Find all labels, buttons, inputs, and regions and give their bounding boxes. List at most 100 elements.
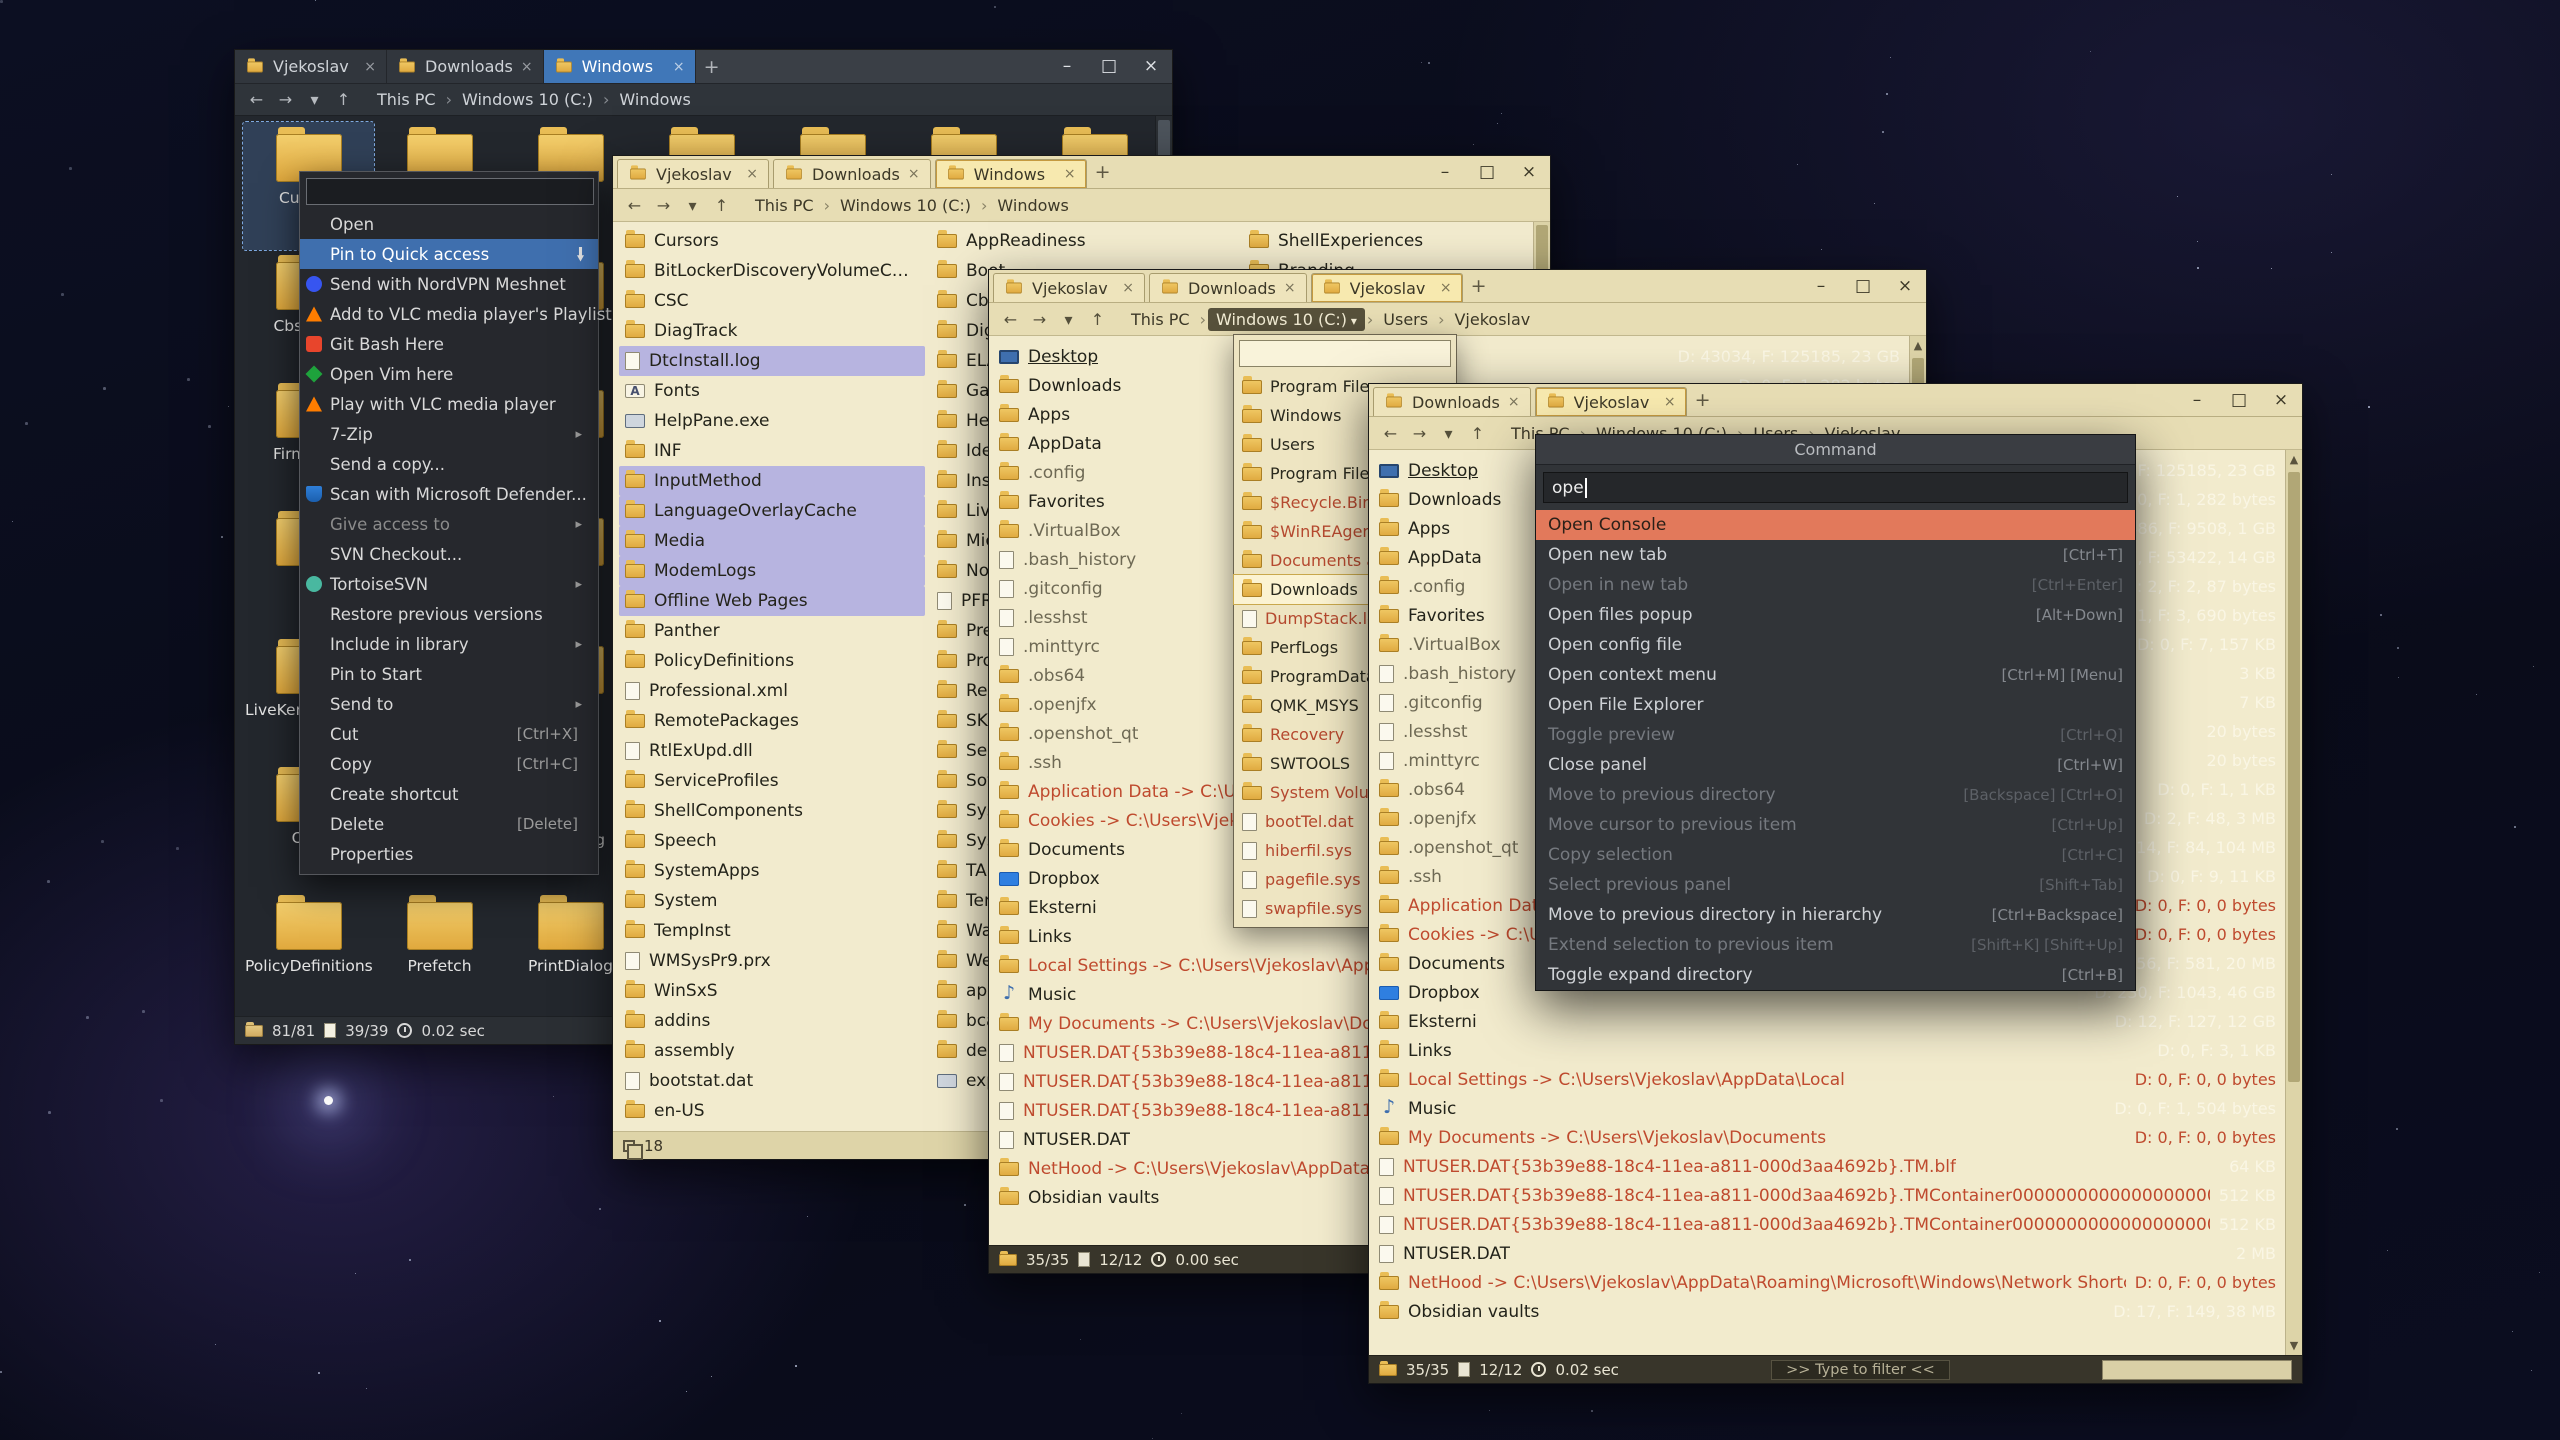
context-menu-item[interactable]: Delete [Delete]: [300, 809, 598, 839]
up-button[interactable]: ↑: [708, 196, 735, 215]
maximize-button[interactable]: □: [1088, 50, 1130, 83]
breadcrumb-segment[interactable]: Windows: [611, 88, 698, 111]
forward-button[interactable]: →: [1026, 310, 1053, 329]
tab-close-icon[interactable]: ×: [673, 59, 685, 75]
minimize-button[interactable]: –: [1800, 270, 1842, 302]
tab[interactable]: Downloads ×: [1149, 273, 1307, 302]
file-row[interactable]: SystemApps: [619, 856, 925, 886]
file-row[interactable]: DtcInstall.log: [619, 346, 925, 376]
breadcrumb-segment[interactable]: This PC: [369, 88, 444, 111]
command-item[interactable]: Open Console: [1536, 510, 2135, 540]
file-row[interactable]: BitLockerDiscoveryVolumeContents: [619, 256, 925, 286]
minimize-button[interactable]: –: [1424, 156, 1466, 188]
context-menu-item[interactable]: Give access to ▸: [300, 509, 598, 539]
file-row[interactable]: CSC: [619, 286, 925, 316]
command-item[interactable]: Open File Explorer: [1536, 690, 2135, 720]
context-menu-item[interactable]: Include in library ▸: [300, 629, 598, 659]
tab-close-icon[interactable]: ×: [1122, 280, 1134, 296]
context-menu-item[interactable]: Pin to Start: [300, 659, 598, 689]
tab[interactable]: Windows ×: [935, 159, 1087, 188]
file-row[interactable]: DiagTrack: [619, 316, 925, 346]
scroll-down-icon[interactable]: ▼: [2286, 1339, 2302, 1352]
new-tab-button[interactable]: +: [1687, 384, 1719, 416]
breadcrumb-segment[interactable]: This PC: [1123, 308, 1198, 331]
tab-close-icon[interactable]: ×: [1508, 394, 1520, 410]
close-button[interactable]: ×: [1884, 270, 1926, 302]
context-menu-item[interactable]: Add to VLC media player's Playlist: [300, 299, 598, 329]
maximize-button[interactable]: □: [1842, 270, 1884, 302]
tab[interactable]: Vjekoslav ×: [993, 273, 1145, 302]
file-row[interactable]: ShellExperiences: [1243, 226, 1549, 256]
file-row[interactable]: Speech: [619, 826, 925, 856]
file-row[interactable]: Fonts: [619, 376, 925, 406]
maximize-button[interactable]: □: [1466, 156, 1508, 188]
close-button[interactable]: ×: [1508, 156, 1550, 188]
file-row[interactable]: addins: [619, 1006, 925, 1036]
minimize-button[interactable]: –: [2176, 384, 2218, 416]
history-dropdown-icon[interactable]: ▾: [1435, 424, 1462, 443]
maximize-button[interactable]: □: [2218, 384, 2260, 416]
minimize-button[interactable]: –: [1046, 50, 1088, 83]
tab-close-icon[interactable]: ×: [1064, 166, 1076, 182]
breadcrumb-segment[interactable]: Windows: [989, 194, 1076, 217]
file-row[interactable]: WMSysPr9.prx: [619, 946, 925, 976]
tab-close-icon[interactable]: ×: [521, 59, 533, 75]
tab[interactable]: Vjekoslav ×: [235, 50, 387, 83]
forward-button[interactable]: →: [650, 196, 677, 215]
up-button[interactable]: ↑: [1084, 310, 1111, 329]
file-row[interactable]: RtlExUpd.dll: [619, 736, 925, 766]
tab-close-icon[interactable]: ×: [1440, 280, 1452, 296]
context-menu-item[interactable]: Properties: [300, 839, 598, 869]
up-button[interactable]: ↑: [330, 90, 357, 109]
file-row[interactable]: INF: [619, 436, 925, 466]
file-row[interactable]: ModemLogs: [619, 556, 925, 586]
context-menu-item[interactable]: Open Vim here: [300, 359, 598, 389]
file-row[interactable]: ShellComponents: [619, 796, 925, 826]
breadcrumb-segment[interactable]: Vjekoslav: [1446, 308, 1538, 331]
back-button[interactable]: ←: [997, 310, 1024, 329]
file-row[interactable]: WinSxS: [619, 976, 925, 1006]
context-menu-item[interactable]: Create shortcut: [300, 779, 598, 809]
context-menu-item[interactable]: Git Bash Here: [300, 329, 598, 359]
rename-input[interactable]: [306, 178, 594, 205]
scroll-up-icon[interactable]: ▲: [2286, 453, 2302, 466]
command-item[interactable]: Toggle expand directory [Ctrl+B]: [1536, 960, 2135, 990]
breadcrumb-segment[interactable]: Windows 10 (C:): [832, 194, 979, 217]
breadcrumb-segment[interactable]: Windows 10 (C:) ▾: [1208, 308, 1365, 331]
tab-close-icon[interactable]: ×: [908, 166, 920, 182]
file-row[interactable]: NTUSER.DAT{53b39e88-18c4-11ea-a811-000d3…: [1369, 1152, 2284, 1181]
file-row[interactable]: Links D: 0, F: 3, 1 KB: [1369, 1036, 2284, 1065]
context-menu-item[interactable]: Play with VLC media player: [300, 389, 598, 419]
history-dropdown-icon[interactable]: ▾: [1055, 310, 1082, 329]
command-item[interactable]: Select previous panel [Shift+Tab]: [1536, 870, 2135, 900]
file-row[interactable]: NetHood -> C:\Users\Vjekoslav\AppData\Ro…: [1369, 1268, 2284, 1297]
command-item[interactable]: Copy selection [Ctrl+C]: [1536, 840, 2135, 870]
breadcrumb-segment[interactable]: Windows 10 (C:): [454, 88, 601, 111]
dropdown-filter-input[interactable]: [1239, 340, 1451, 367]
file-row[interactable]: TempInst: [619, 916, 925, 946]
command-item[interactable]: Close panel [Ctrl+W]: [1536, 750, 2135, 780]
file-row[interactable]: en-US: [619, 1096, 925, 1126]
command-item[interactable]: Open new tab [Ctrl+T]: [1536, 540, 2135, 570]
command-item[interactable]: Open context menu [Ctrl+M] [Menu]: [1536, 660, 2135, 690]
file-row[interactable]: My Documents -> C:\Users\Vjekoslav\Docum…: [1369, 1123, 2284, 1152]
file-row[interactable]: NTUSER.DAT{53b39e88-18c4-11ea-a811-000d3…: [1369, 1210, 2284, 1239]
command-item[interactable]: Open files popup [Alt+Down]: [1536, 600, 2135, 630]
new-tab-button[interactable]: +: [1087, 156, 1119, 188]
file-row[interactable]: Offline Web Pages: [619, 586, 925, 616]
file-row[interactable]: AppReadiness: [931, 226, 1237, 256]
forward-button[interactable]: →: [272, 90, 299, 109]
file-row[interactable]: LanguageOverlayCache: [619, 496, 925, 526]
context-menu-item[interactable]: Send to ▸: [300, 689, 598, 719]
breadcrumb-segment[interactable]: Users: [1375, 308, 1436, 331]
file-row[interactable]: RemotePackages: [619, 706, 925, 736]
command-item[interactable]: Move cursor to previous item [Ctrl+Up]: [1536, 810, 2135, 840]
file-row[interactable]: Panther: [619, 616, 925, 646]
file-row[interactable]: PolicyDefinitions: [619, 646, 925, 676]
context-menu-item[interactable]: Restore previous versions: [300, 599, 598, 629]
history-dropdown-icon[interactable]: ▾: [679, 196, 706, 215]
file-item[interactable]: PolicyDefinitions: [243, 890, 374, 1016]
scrollbar[interactable]: ▲ ▼: [2285, 450, 2302, 1355]
file-row[interactable]: ServiceProfiles: [619, 766, 925, 796]
context-menu-item[interactable]: Open: [300, 209, 598, 239]
